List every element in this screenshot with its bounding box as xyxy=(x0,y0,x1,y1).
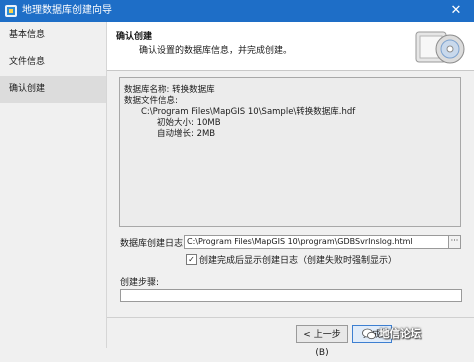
log-path-input[interactable]: C:\Program Files\MapGIS 10\program\GDBSv… xyxy=(184,235,450,249)
sidebar-item-file-info[interactable]: 文件信息 xyxy=(0,49,106,76)
log-label: 数据库创建日志: xyxy=(120,239,187,249)
sidebar-item-confirm-create[interactable]: 确认创建 xyxy=(0,76,106,103)
steps-label: 创建步骤: xyxy=(120,278,160,288)
wechat-icon xyxy=(362,328,376,340)
footer-divider xyxy=(107,317,474,318)
step-description: 确认设置的数据库信息，并完成创建。 xyxy=(139,46,293,56)
sidebar-item-basic-info[interactable]: 基本信息 xyxy=(0,22,106,49)
auto-growth-line: 自动增长: 2MB xyxy=(157,129,216,139)
previous-button[interactable]: < 上一步(B) xyxy=(296,325,348,358)
show-log-label: 创建完成后显示创建日志（创建失败时强制显示） xyxy=(199,256,398,266)
browse-button[interactable]: ··· xyxy=(448,235,461,249)
app-icon xyxy=(5,5,17,17)
step-title: 确认创建 xyxy=(116,32,153,42)
sidebar-item-label: 确认创建 xyxy=(9,84,46,94)
watermark: 地信论坛 xyxy=(362,324,421,344)
sidebar-item-label: 基本信息 xyxy=(9,30,46,40)
sidebar-item-label: 文件信息 xyxy=(9,57,46,67)
summary-box: 数据库名称: 转换数据库 数据文件信息: C:\Program Files\Ma… xyxy=(119,77,461,227)
step-header: 确认创建 确认设置的数据库信息，并完成创建。 xyxy=(107,22,474,71)
title-bar: 地理数据库创建向导 ✕ xyxy=(0,0,474,22)
steps-progress-box xyxy=(120,289,462,302)
watermark-text: 地信论坛 xyxy=(379,328,421,340)
close-icon[interactable]: ✕ xyxy=(448,2,464,20)
wizard-sidebar: 基本信息 文件信息 确认创建 xyxy=(0,22,107,348)
window-title: 地理数据库创建向导 xyxy=(22,5,112,16)
database-disk-icon xyxy=(415,31,465,64)
show-log-checkbox[interactable]: ✓ xyxy=(186,254,197,265)
